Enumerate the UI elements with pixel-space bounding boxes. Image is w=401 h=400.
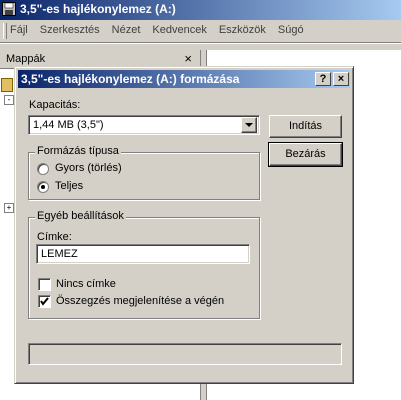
format-type-group: Formázás típusa Gyors (törlés) Teljes <box>28 145 260 200</box>
format-type-legend: Formázás típusa <box>35 145 121 157</box>
menu-tools[interactable]: Eszközök <box>219 24 266 36</box>
tree-expand-icon[interactable]: - <box>4 95 14 105</box>
menu-favorites[interactable]: Kedvencek <box>152 24 206 36</box>
folders-pane-title: Mappák <box>6 53 46 65</box>
checkmark-icon <box>40 297 49 306</box>
format-dialog: 3,5"-es hajlékonylemez (A:) formázása ? … <box>14 66 354 384</box>
toolbar-strip <box>0 43 401 50</box>
capacity-label: Kapacitás: <box>29 99 81 111</box>
progress-bar <box>28 343 342 365</box>
folders-pane-close-icon[interactable]: × <box>184 51 192 66</box>
start-button[interactable]: Indítás <box>269 115 342 138</box>
other-settings-legend: Egyéb beállítások <box>35 210 126 222</box>
menu-file[interactable]: Fájl <box>10 24 28 36</box>
help-button[interactable]: ? <box>315 72 331 86</box>
full-format-radio[interactable] <box>37 181 49 193</box>
volume-label-value: LEMEZ <box>41 248 78 260</box>
dialog-title: 3,5"-es hajlékonylemez (A:) formázása <box>21 72 240 86</box>
close-dialog-button[interactable]: Bezárás <box>268 142 343 167</box>
volume-label-input[interactable]: LEMEZ <box>36 244 250 264</box>
no-label-checkbox[interactable] <box>38 278 51 291</box>
window-title: 3,5"-es hajlékonylemez (A:) <box>20 2 176 16</box>
other-settings-group: Egyéb beállítások Címke: LEMEZ Nincs cím… <box>28 210 260 319</box>
full-format-label[interactable]: Teljes <box>55 180 83 192</box>
menu-view[interactable]: Nézet <box>112 24 141 36</box>
volume-label-caption: Címke: <box>37 231 72 243</box>
folder-icon[interactable] <box>1 78 13 92</box>
dialog-close-button[interactable]: × <box>333 72 349 86</box>
no-label-label[interactable]: Nincs címke <box>56 278 116 290</box>
floppy-icon <box>2 2 16 16</box>
quick-format-label[interactable]: Gyors (törlés) <box>55 162 122 174</box>
show-summary-checkbox[interactable] <box>38 295 51 308</box>
dropdown-arrow-icon[interactable] <box>241 117 257 133</box>
menu-grip[interactable] <box>3 23 7 39</box>
tree-expand-icon[interactable]: + <box>4 203 14 213</box>
window-titlebar[interactable]: 3,5"-es hajlékonylemez (A:) <box>0 0 401 20</box>
capacity-dropdown[interactable]: 1,44 MB (3,5") <box>28 115 260 135</box>
menu-bar: Fájl Szerkesztés Nézet Kedvencek Eszközö… <box>0 20 401 43</box>
quick-format-radio[interactable] <box>37 163 49 175</box>
dialog-titlebar[interactable]: 3,5"-es hajlékonylemez (A:) formázása ? … <box>18 70 350 88</box>
show-summary-label[interactable]: Összegzés megjelenítése a végén <box>56 295 224 307</box>
menu-help[interactable]: Súgó <box>278 24 304 36</box>
capacity-value: 1,44 MB (3,5") <box>33 119 104 131</box>
menu-edit[interactable]: Szerkesztés <box>40 24 100 36</box>
